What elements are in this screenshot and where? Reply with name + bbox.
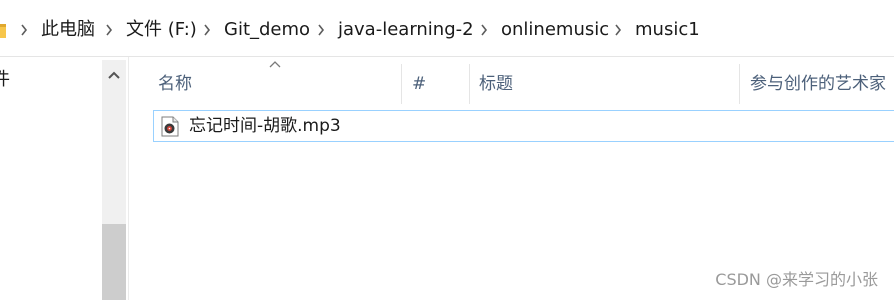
chevron-right-icon[interactable]: [613, 22, 623, 38]
column-header-title[interactable]: 标题: [479, 64, 739, 104]
breadcrumb-drive-f[interactable]: 文件 (F:): [126, 18, 197, 42]
column-divider[interactable]: [469, 64, 470, 104]
nav-item-label[interactable]: 件: [0, 68, 10, 92]
chevron-right-icon[interactable]: [19, 22, 29, 38]
chevron-up-icon[interactable]: [106, 69, 122, 81]
column-header-track-number[interactable]: #: [412, 64, 469, 104]
scrollbar-thumb[interactable]: [102, 224, 126, 300]
file-list[interactable]: 名称 # 标题 参与创作的艺术家 忘记时间-胡歌.mp3: [129, 57, 894, 300]
column-header-contributing-artists[interactable]: 参与创作的艺术家: [750, 64, 894, 104]
column-header-name[interactable]: 名称: [158, 64, 401, 104]
folder-icon: [0, 24, 6, 38]
column-divider[interactable]: [739, 64, 740, 104]
chevron-right-icon[interactable]: [479, 22, 489, 38]
breadcrumb-onlinemusic[interactable]: onlinemusic: [501, 18, 609, 42]
breadcrumb-music1[interactable]: music1: [635, 18, 700, 42]
breadcrumb-git-demo[interactable]: Git_demo: [224, 18, 310, 42]
chevron-right-icon[interactable]: [104, 22, 114, 38]
column-divider[interactable]: [401, 64, 402, 104]
chevron-right-icon[interactable]: [316, 22, 326, 38]
breadcrumb-this-pc[interactable]: 此电脑: [41, 18, 95, 42]
csdn-watermark: CSDN @来学习的小张: [715, 270, 878, 289]
address-bar[interactable]: 此电脑 文件 (F:) Git_demo java-learning-2 onl…: [0, 0, 894, 57]
navigation-pane[interactable]: 件: [0, 57, 128, 300]
mp3-audio-file-icon: [161, 116, 179, 137]
file-name[interactable]: 忘记时间-胡歌.mp3: [189, 115, 341, 137]
breadcrumb-java-learning-2[interactable]: java-learning-2: [338, 18, 474, 42]
chevron-right-icon[interactable]: [202, 22, 212, 38]
file-row[interactable]: 忘记时间-胡歌.mp3: [153, 110, 894, 142]
nav-pane-scrollbar[interactable]: [102, 60, 126, 300]
